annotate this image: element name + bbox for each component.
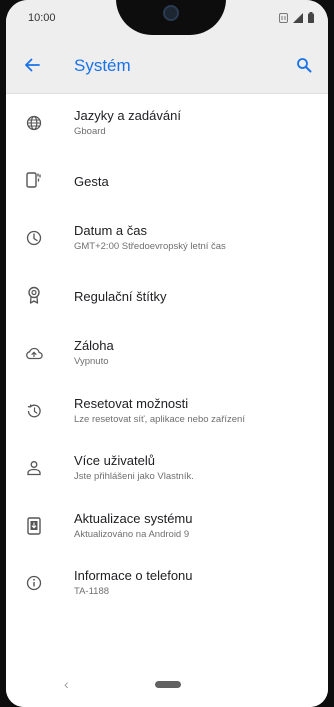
settings-item-system-update[interactable]: Aktualizace systému Aktualizováno na And… xyxy=(6,497,328,555)
display-notch xyxy=(116,0,226,35)
settings-item-about-phone[interactable]: Informace o telefonu TA-1188 xyxy=(6,554,328,612)
settings-item-subtitle: Jste přihlášeni jako Vlastník. xyxy=(74,471,194,482)
settings-list: Jazyky a zadávání Gboard Gesta Datum a č… xyxy=(6,94,328,612)
system-update-icon xyxy=(24,516,44,536)
settings-item-title: Resetovat možnosti xyxy=(74,395,189,411)
settings-item-subtitle: Lze resetovat síť, aplikace nebo zařízen… xyxy=(74,413,245,425)
status-icons xyxy=(279,12,314,23)
nfc-icon xyxy=(279,12,288,23)
page-title: Systém xyxy=(74,56,131,75)
status-time: 10:00 xyxy=(28,12,56,24)
battery-icon xyxy=(308,12,314,23)
gestures-icon xyxy=(24,170,44,190)
settings-item-subtitle: Vypnuto xyxy=(74,356,109,367)
settings-item-title: Gesta xyxy=(74,173,109,189)
settings-item-multiple-users[interactable]: Více uživatelů Jste přihlášeni jako Vlas… xyxy=(6,439,328,497)
settings-item-title: Datum a čas xyxy=(74,223,147,238)
settings-item-date-time[interactable]: Datum a čas GMT+2:00 Středoevropský letn… xyxy=(6,209,328,267)
settings-item-title: Aktualizace systému xyxy=(74,510,193,526)
settings-item-languages[interactable]: Jazyky a zadávání Gboard xyxy=(6,94,328,152)
settings-item-regulatory-labels[interactable]: Regulační štítky xyxy=(6,267,328,325)
search-button[interactable] xyxy=(292,53,316,77)
settings-item-backup[interactable]: Záloha Vypnuto xyxy=(6,324,328,382)
navigation-bar: ‹ xyxy=(6,664,328,707)
settings-item-subtitle: Aktualizováno na Android 9 xyxy=(74,528,190,540)
nav-back-button[interactable]: ‹ xyxy=(64,676,69,692)
status-bar: 10:00 xyxy=(6,0,328,36)
badge-icon xyxy=(24,285,44,305)
app-bar: Systém xyxy=(6,36,328,94)
search-icon xyxy=(297,58,312,73)
clock-icon xyxy=(24,228,44,248)
settings-item-title: Informace o telefonu xyxy=(74,568,193,583)
info-icon xyxy=(24,573,44,593)
settings-item-title: Více uživatelů xyxy=(74,453,155,468)
screen: 10:00 Systém Jazyky a zadávání Gboard Ge… xyxy=(6,0,328,707)
front-camera-icon xyxy=(163,5,179,21)
settings-item-title: Regulační štítky xyxy=(74,288,167,304)
globe-icon xyxy=(24,113,44,133)
settings-item-title: Jazyky a zadávání xyxy=(74,108,181,123)
settings-item-subtitle: TA-1188 xyxy=(74,586,110,597)
user-icon xyxy=(24,458,44,478)
signal-icon xyxy=(293,12,303,23)
settings-item-reset-options[interactable]: Resetovat možnosti Lze resetovat síť, ap… xyxy=(6,382,328,440)
home-pill-icon[interactable] xyxy=(155,681,181,688)
arrow-back-icon xyxy=(25,58,40,72)
cloud-backup-icon xyxy=(24,343,44,363)
settings-item-title: Záloha xyxy=(74,338,114,353)
settings-item-subtitle: Gboard xyxy=(74,126,106,137)
settings-item-gestures[interactable]: Gesta xyxy=(6,152,328,210)
history-reset-icon xyxy=(24,401,44,421)
settings-item-subtitle: GMT+2:00 Středoevropský letní čas xyxy=(74,241,226,252)
back-button[interactable] xyxy=(20,53,44,77)
